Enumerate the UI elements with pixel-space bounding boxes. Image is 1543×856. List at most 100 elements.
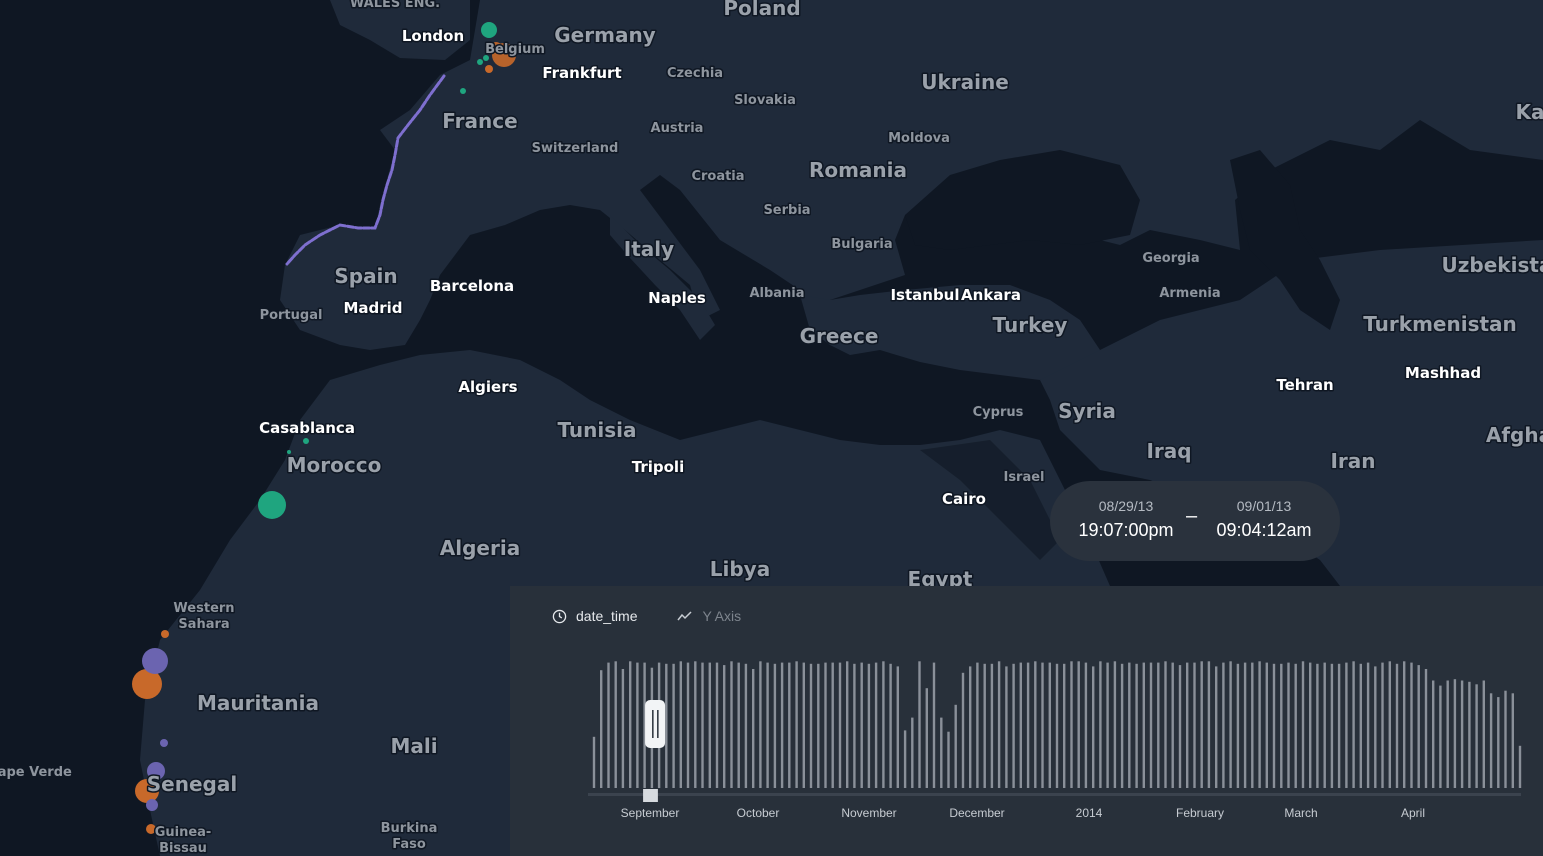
- histogram-bar: [1301, 661, 1305, 788]
- histogram-bar: [795, 661, 798, 788]
- country-label: Guinea-: [155, 825, 212, 840]
- histogram-bar: [925, 688, 928, 788]
- map-point[interactable]: [460, 88, 466, 94]
- histogram-bar: [752, 669, 755, 788]
- timeline-histogram[interactable]: September October November December 2014 Febr…: [510, 586, 1543, 856]
- histogram-bar: [882, 661, 885, 788]
- country-label: Poland: [723, 0, 800, 20]
- histogram-bar: [1099, 661, 1102, 788]
- histogram-bar: [744, 663, 748, 788]
- country-label: Iraq: [1146, 439, 1191, 463]
- timeline-axis: [588, 793, 1521, 796]
- tick-label: February: [1176, 806, 1224, 820]
- histogram-bar: [1236, 663, 1240, 788]
- country-label: Senegal: [147, 772, 237, 796]
- city-label: London: [402, 27, 464, 45]
- histogram-bar: [1388, 661, 1391, 788]
- histogram-bar: [600, 670, 603, 788]
- histogram-bar: [1229, 661, 1232, 788]
- country-label: Morocco: [287, 453, 382, 477]
- histogram-bar: [737, 662, 740, 788]
- map-point[interactable]: [481, 22, 497, 38]
- histogram-bar: [629, 661, 632, 788]
- tick-label: April: [1401, 806, 1425, 820]
- country-label: Switzerland: [532, 141, 619, 156]
- histogram-bar: [1403, 661, 1406, 788]
- map-point[interactable]: [161, 630, 169, 638]
- histogram-bar: [1489, 693, 1493, 788]
- histogram-bar: [1374, 666, 1377, 788]
- histogram-bar: [1077, 661, 1080, 788]
- histogram-bar: [983, 663, 986, 788]
- city-label: Tripoli: [632, 458, 684, 476]
- city-label: Casablanca: [259, 419, 355, 437]
- histogram-bar: [1120, 663, 1124, 788]
- country-label: Bulgaria: [831, 237, 892, 252]
- histogram-bar: [1475, 684, 1478, 788]
- time-range-end: 09/01/13 09:04:12am: [1209, 481, 1319, 541]
- country-label: Czechia: [667, 66, 723, 81]
- country-label: Sahara: [178, 617, 229, 632]
- histogram-bar: [780, 662, 784, 788]
- time-range-badge: 08/29/13 19:07:00pm – 09/01/13 09:04:12a…: [1050, 481, 1340, 561]
- country-label: Portugal: [260, 308, 323, 323]
- histogram-bar: [1113, 661, 1117, 788]
- city-label: Barcelona: [430, 277, 514, 295]
- histogram-bar: [679, 661, 682, 788]
- country-label: Albania: [749, 286, 804, 301]
- histogram-bar: [1460, 680, 1464, 788]
- histogram-bar: [759, 661, 762, 788]
- map-point[interactable]: [485, 65, 493, 73]
- country-label: Bissau: [159, 841, 207, 856]
- histogram-bar: [903, 730, 907, 788]
- map-point[interactable]: [477, 59, 483, 65]
- histogram-bar: [1272, 663, 1276, 788]
- histogram-bar: [1070, 661, 1073, 788]
- country-label: Germany: [554, 23, 655, 47]
- histogram-bar: [1026, 662, 1030, 788]
- country-label: Ukraine: [921, 70, 1009, 94]
- country-label: Croatia: [691, 169, 744, 184]
- histogram-bar: [1149, 662, 1153, 788]
- histogram-bar: [1034, 661, 1037, 788]
- histogram-bar: [1142, 662, 1145, 788]
- city-label: Mashhad: [1405, 364, 1481, 382]
- histogram-bar: [1294, 663, 1297, 788]
- country-label: Western: [173, 601, 234, 616]
- histogram-bar: [969, 666, 972, 788]
- map-point[interactable]: [258, 491, 286, 519]
- histogram-bar: [1381, 662, 1384, 788]
- histogram-bar: [1265, 662, 1268, 788]
- histogram-bar: [1005, 666, 1008, 788]
- map-point[interactable]: [142, 648, 168, 674]
- histogram-bar: [1395, 663, 1399, 788]
- histogram-bar: [773, 663, 777, 788]
- histogram-bar: [1352, 661, 1355, 788]
- histogram-bar: [874, 662, 878, 788]
- histogram-bar: [860, 662, 863, 788]
- histogram-bar: [940, 717, 943, 788]
- histogram-bar: [592, 736, 596, 788]
- histogram-bar: [715, 662, 719, 788]
- histogram-bar: [1345, 662, 1348, 788]
- brush-selection[interactable]: [643, 789, 658, 802]
- map-point[interactable]: [146, 799, 158, 811]
- histogram-bar: [1063, 663, 1066, 788]
- histogram-bar: [846, 661, 849, 788]
- histogram-bar: [817, 663, 820, 788]
- histogram-bar: [911, 717, 914, 788]
- tick-label: September: [621, 806, 680, 820]
- histogram-bar: [1128, 662, 1131, 788]
- histogram-bar: [1439, 685, 1442, 788]
- brush-grip-line: [652, 710, 654, 738]
- country-label: Moldova: [888, 131, 950, 146]
- country-label: Afgha: [1486, 423, 1543, 447]
- country-label: Israel: [1003, 470, 1044, 485]
- end-date: 09/01/13: [1236, 498, 1292, 514]
- map-point[interactable]: [303, 438, 309, 444]
- map-point[interactable]: [160, 739, 168, 747]
- country-label: Syria: [1058, 399, 1116, 423]
- country-label: Turkmenistan: [1363, 312, 1517, 336]
- country-label: France: [442, 109, 517, 133]
- brush-handle[interactable]: [645, 700, 666, 748]
